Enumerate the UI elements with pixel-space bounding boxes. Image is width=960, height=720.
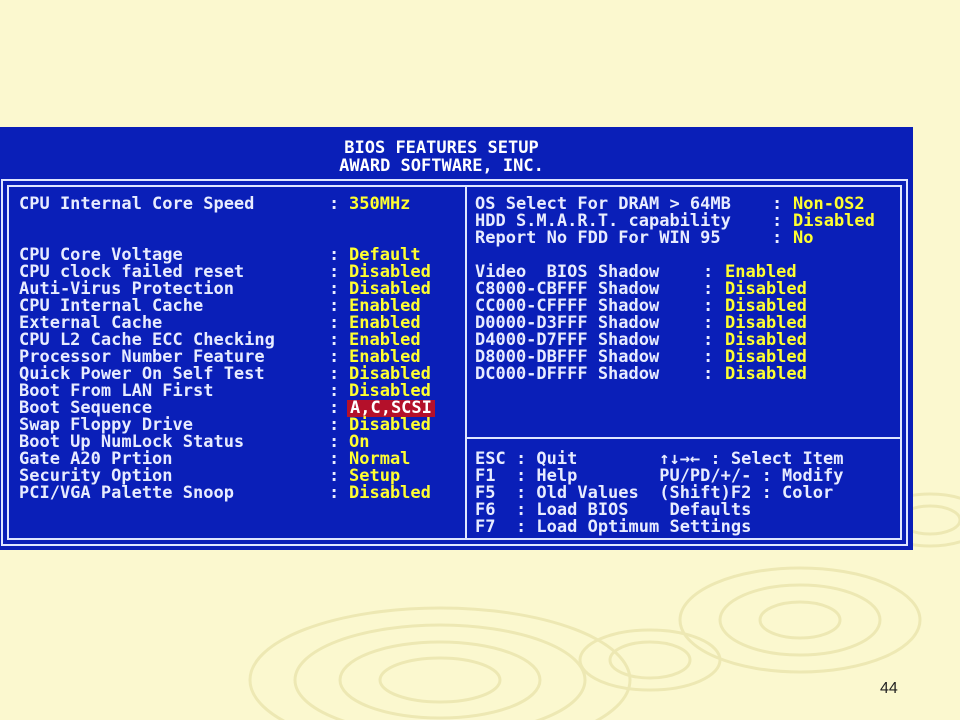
setting-value[interactable]: No [793,230,813,247]
setting-label: DC000-DFFFF Shadow [475,364,660,384]
setting-dc000-shadow[interactable]: DC000-DFFFF Shadow : Disabled [475,366,807,451]
setting-pci-vga-palette-snoop[interactable]: PCI/VGA Palette Snoop : Disabled [19,485,431,550]
bios-inner-frame: CPU Internal Core Speed : 350MHz CPU Cor… [7,185,902,540]
setting-separator: : [329,194,340,214]
bios-screen: BIOS FEATURES SETUP AWARD SOFTWARE, INC.… [0,127,913,550]
setting-value[interactable]: Disabled [725,366,807,383]
help-line-load-optimum: F7 : Load Optimum Settings [475,517,752,537]
setting-value[interactable]: 350MHz [349,196,410,213]
setting-separator: : [772,228,783,248]
slide-page-number: 44 [880,680,898,697]
setting-separator: : [703,364,714,384]
setting-label: PCI/VGA Palette Snoop [19,483,234,503]
bios-title: BIOS FEATURES SETUP AWARD SOFTWARE, INC. [0,139,883,175]
setting-value[interactable]: Disabled [349,485,431,502]
setting-label: Report No FDD For WIN 95 [475,228,721,248]
bios-frame: CPU Internal Core Speed : 350MHz CPU Cor… [1,179,908,546]
bios-title-line1: BIOS FEATURES SETUP [344,138,539,158]
bios-title-line2: AWARD SOFTWARE, INC. [339,156,544,176]
setting-label: CPU Internal Core Speed [19,194,255,214]
vertical-divider [465,187,467,538]
setting-separator: : [329,483,340,503]
